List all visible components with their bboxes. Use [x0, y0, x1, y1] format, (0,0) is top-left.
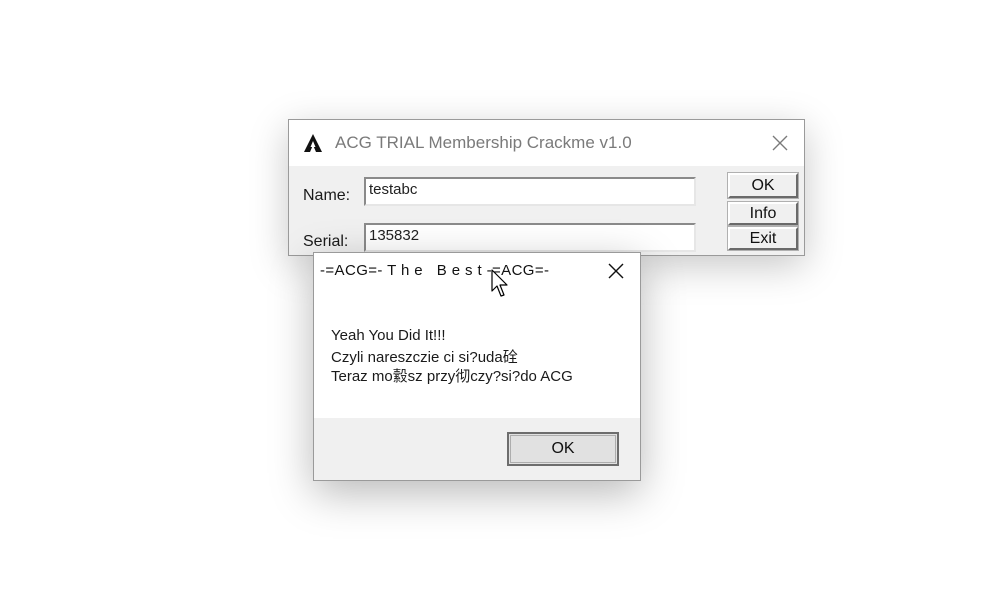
message-line: Czyli nareszczie ci si?uda硂 [331, 349, 518, 366]
message-line: Yeah You Did It!!! [331, 327, 446, 344]
name-field[interactable]: testabc [364, 177, 696, 206]
message-box: -=ACG=- T h e B e s t -=ACG=- Yeah You D… [313, 252, 641, 481]
message-title: -=ACG=- T h e B e s t -=ACG=- [320, 262, 550, 279]
message-line: Teraz mo縠sz przy彻czy?si?do ACG [331, 368, 573, 385]
serial-field[interactable]: 135832 [364, 223, 696, 252]
acg-logo-icon [304, 134, 322, 152]
crackme-window: ACG TRIAL Membership Crackme v1.0 Name: … [288, 119, 805, 256]
mouse-cursor-icon [491, 269, 508, 297]
window-title: ACG TRIAL Membership Crackme v1.0 [335, 133, 632, 152]
info-button[interactable]: Info [727, 201, 799, 226]
title-bar[interactable]: ACG TRIAL Membership Crackme v1.0 [289, 120, 804, 166]
message-body: Yeah You Did It!!! Czyli nareszczie ci s… [314, 290, 640, 418]
name-label: Name: [303, 187, 351, 204]
message-footer: OK [314, 418, 640, 480]
close-icon[interactable] [770, 133, 790, 153]
serial-label: Serial: [303, 233, 349, 250]
exit-button[interactable]: Exit [727, 226, 799, 251]
message-ok-button[interactable]: OK [507, 432, 619, 466]
ok-button[interactable]: OK [727, 172, 799, 199]
message-title-bar[interactable]: -=ACG=- T h e B e s t -=ACG=- [314, 253, 640, 290]
close-icon[interactable] [606, 261, 626, 281]
